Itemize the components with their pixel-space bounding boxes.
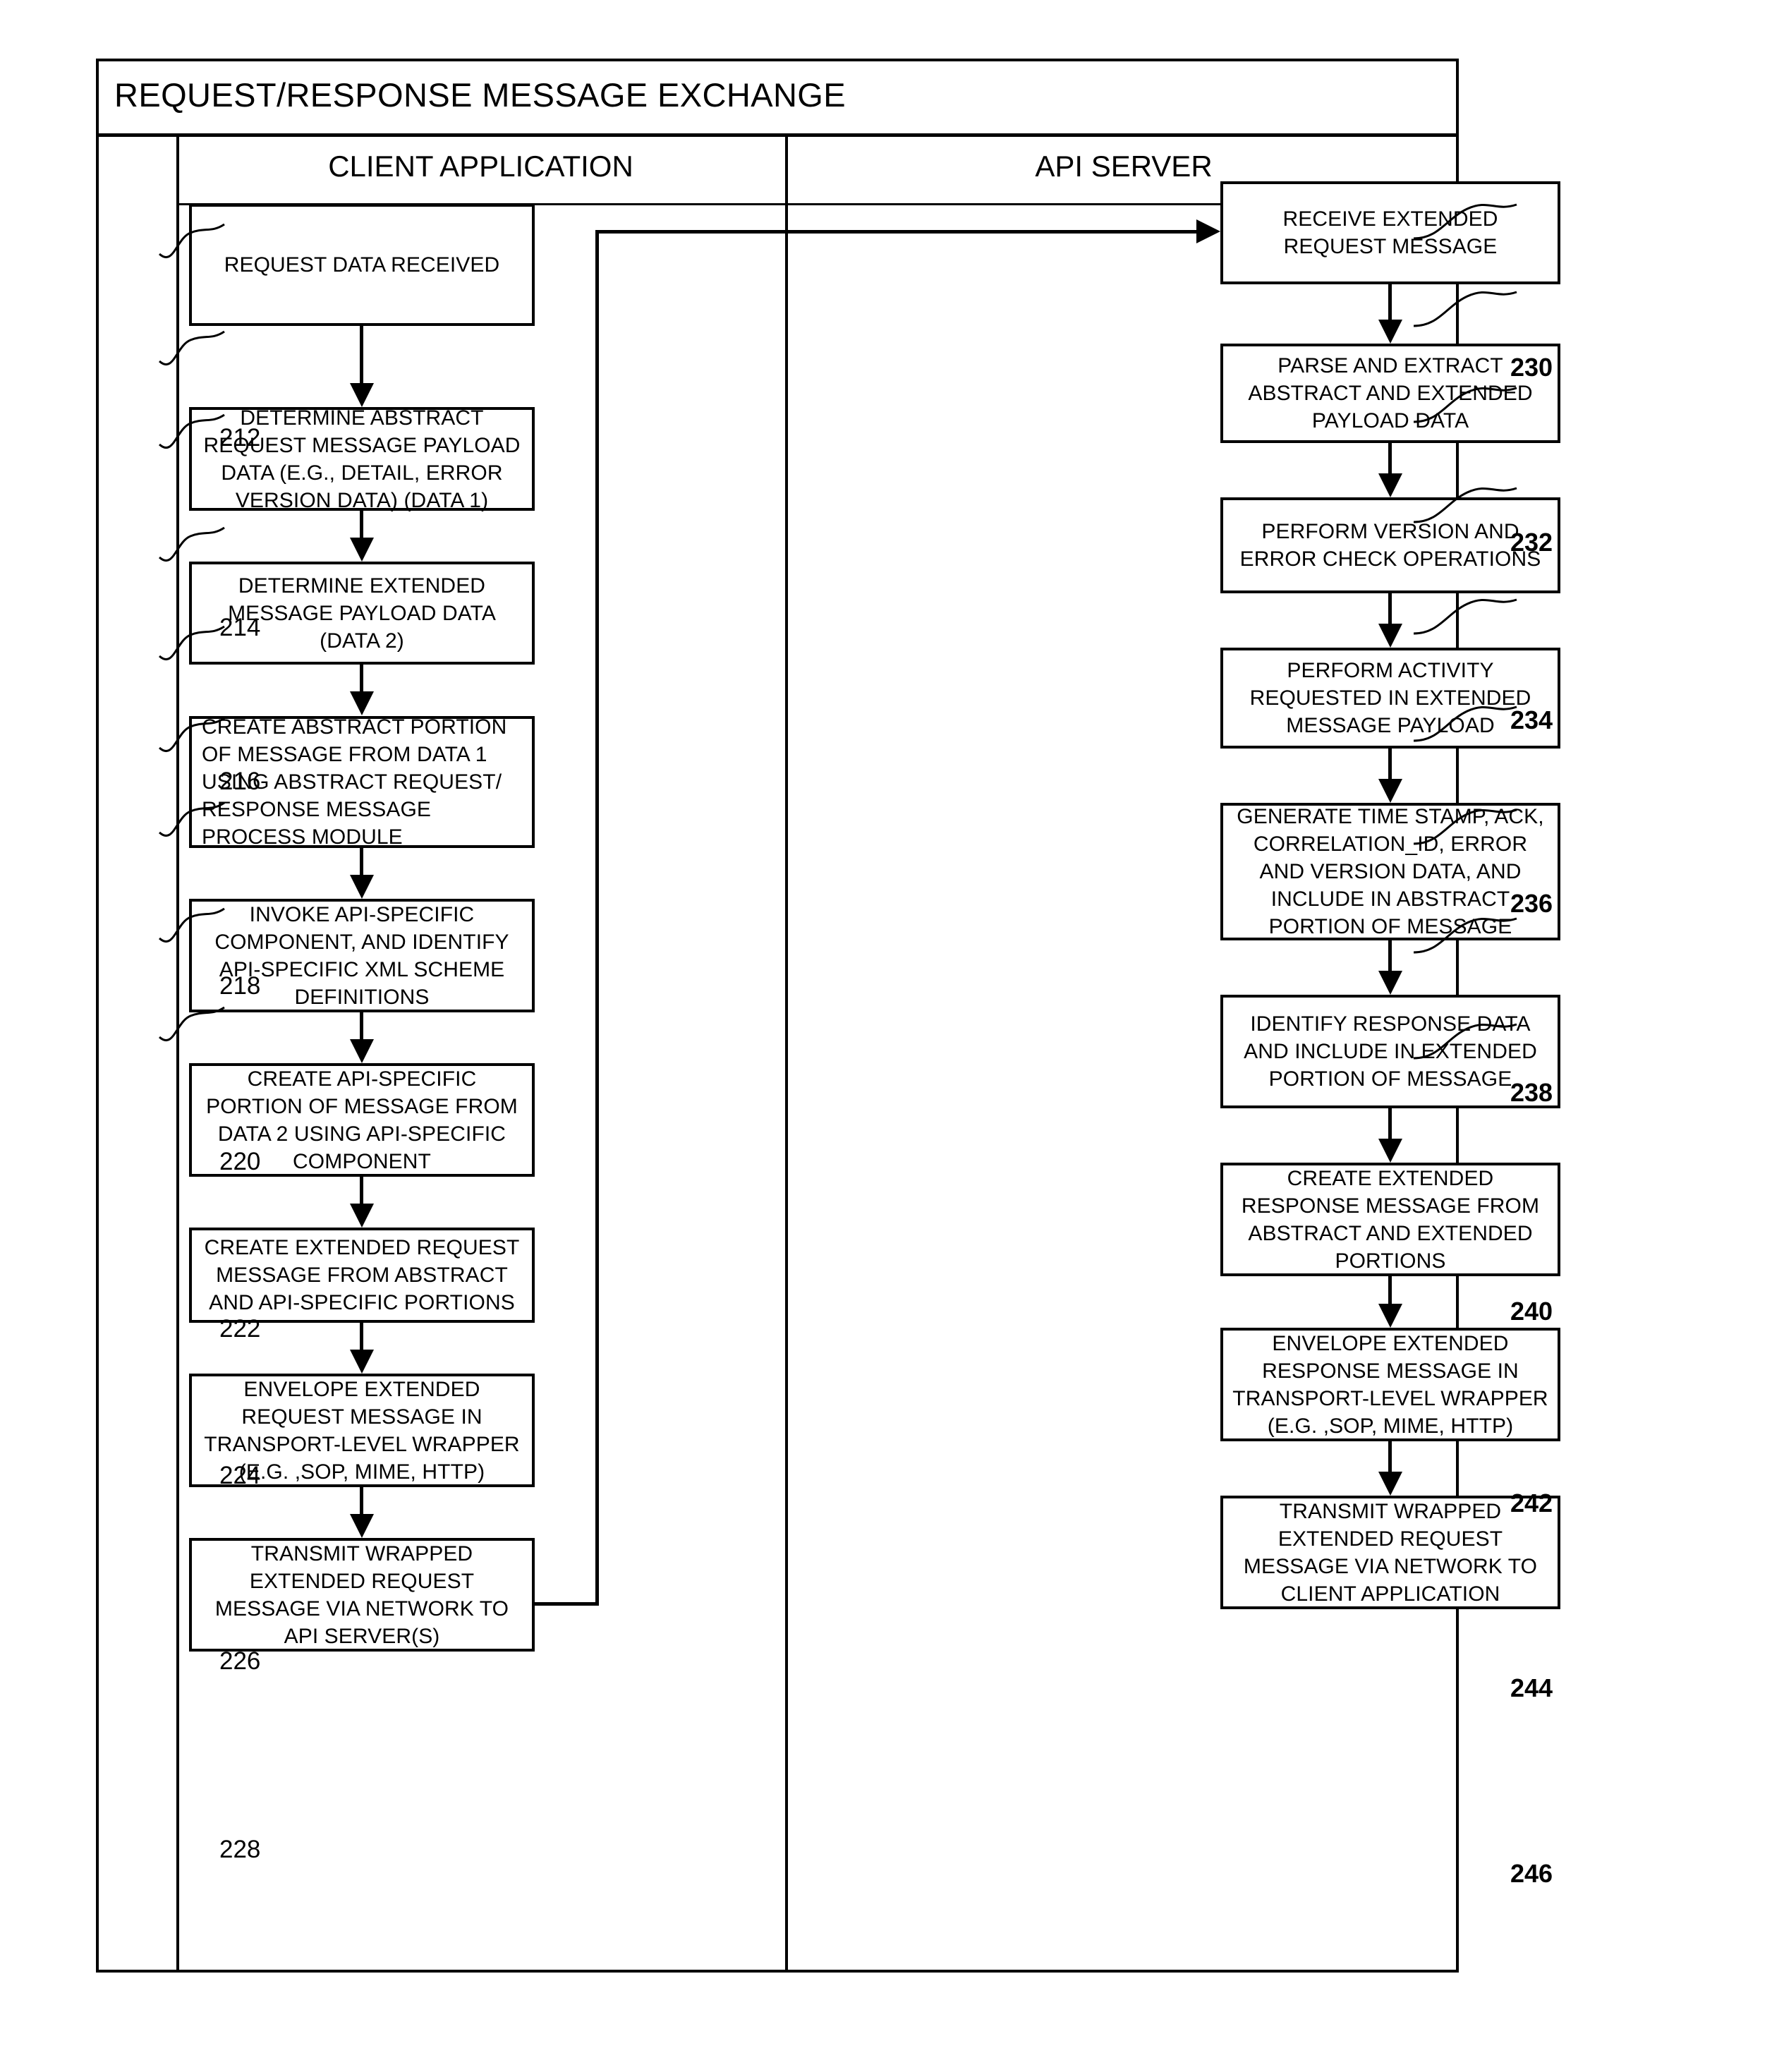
connector-228-to-230 [595, 230, 1216, 234]
process-box-242[interactable]: CREATE EXTENDED RESPONSE MESSAGE FROM AB… [1220, 1163, 1560, 1276]
process-box-232-label: PARSE AND EXTRACT ABSTRACT AND EXTENDED … [1248, 354, 1533, 432]
process-box-212-label: REQUEST DATA RECEIVED [224, 253, 500, 277]
lane-left-rule [176, 137, 179, 1973]
process-box-240-label: IDENTIFY RESPONSE DATA AND INCLUDE IN EX… [1244, 1012, 1537, 1091]
ref-numeral-220: 220 [219, 1148, 261, 1175]
ref-numeral-218: 218 [219, 972, 261, 1000]
ref-numeral-238: 238 [1510, 1078, 1553, 1107]
ref-numeral-246: 246 [1510, 1859, 1553, 1888]
arrowhead-214-to-216 [350, 538, 374, 562]
ref-numeral-234: 234 [1510, 705, 1553, 734]
process-box-236[interactable]: PERFORM ACTIVITY REQUESTED IN EXTENDED M… [1220, 648, 1560, 749]
arrow-212-to-214 [360, 326, 363, 389]
arrowhead-218-to-220 [350, 875, 374, 899]
arrowhead-228-to-230 [1196, 219, 1220, 243]
process-box-234[interactable]: PERFORM VERSION AND ERROR CHECK OPERATIO… [1220, 497, 1560, 593]
process-box-246-label: TRANSMIT WRAPPED EXTENDED REQUEST MESSAG… [1243, 1499, 1538, 1606]
process-box-214[interactable]: DETERMINE ABSTRACT REQUEST MESSAGE PAYLO… [189, 406, 535, 512]
process-box-236-label: PERFORM ACTIVITY REQUESTED IN EXTENDED M… [1249, 659, 1531, 737]
lane-title-client: CLIENT APPLICATION [328, 150, 633, 183]
arrowhead-236-to-238 [1378, 779, 1402, 803]
ref-numeral-212: 212 [219, 424, 261, 452]
process-box-238-label: GENERATE TIME STAMP, ACK, CORRELATION_ID… [1237, 805, 1544, 938]
lane-title-server: API SERVER [1035, 150, 1213, 183]
page-title: REQUEST/RESPONSE MESSAGE EXCHANGE [114, 76, 846, 114]
ref-numeral-230: 230 [1510, 353, 1553, 382]
ref-numeral-224: 224 [219, 1462, 261, 1489]
process-box-224-label: CREATE EXTENDED REQUEST MESSAGE FROM ABS… [204, 1236, 520, 1314]
arrowhead-244-to-246 [1378, 1472, 1402, 1496]
patent-figure-frame: REQUEST/RESPONSE MESSAGE EXCHANGE CLIENT… [96, 59, 1560, 1973]
connector-228-riser [595, 230, 599, 1604]
arrowhead-234-to-236 [1378, 624, 1402, 648]
process-box-242-label: CREATE EXTENDED RESPONSE MESSAGE FROM AB… [1241, 1166, 1540, 1273]
arrowhead-242-to-244 [1378, 1304, 1402, 1328]
process-box-244-label: ENVELOPE EXTENDED RESPONSE MESSAGE IN TR… [1232, 1331, 1548, 1438]
process-box-234-label: PERFORM VERSION AND ERROR CHECK OPERATIO… [1239, 520, 1541, 571]
process-box-216[interactable]: DETERMINE EXTENDED MESSAGE PAYLOAD DATA … [189, 562, 535, 665]
ref-numeral-236: 236 [1510, 889, 1553, 918]
process-box-246[interactable]: TRANSMIT WRAPPED EXTENDED REQUEST MESSAG… [1220, 1496, 1560, 1609]
process-box-238[interactable]: GENERATE TIME STAMP, ACK, CORRELATION_ID… [1220, 803, 1560, 940]
arrowhead-216-to-218 [350, 691, 374, 715]
ref-numeral-226: 226 [219, 1647, 261, 1675]
ref-numeral-244: 244 [1510, 1673, 1553, 1702]
process-box-232[interactable]: PARSE AND EXTRACT ABSTRACT AND EXTENDED … [1220, 344, 1560, 443]
arrowhead-230-to-232 [1378, 320, 1402, 344]
arrowhead-226-to-228 [350, 1514, 374, 1538]
process-box-230-label: RECEIVE EXTENDED REQUEST MESSAGE [1282, 207, 1498, 258]
process-box-214-label: DETERMINE ABSTRACT REQUEST MESSAGE PAYLO… [203, 406, 521, 512]
process-box-240[interactable]: IDENTIFY RESPONSE DATA AND INCLUDE IN EX… [1220, 995, 1560, 1108]
connector-228-stub [532, 1602, 599, 1606]
arrowhead-224-to-226 [350, 1350, 374, 1374]
process-box-230[interactable]: RECEIVE EXTENDED REQUEST MESSAGE [1220, 181, 1560, 284]
process-box-244[interactable]: ENVELOPE EXTENDED RESPONSE MESSAGE IN TR… [1220, 1328, 1560, 1441]
ref-numeral-232: 232 [1510, 528, 1553, 557]
arrowhead-240-to-242 [1378, 1139, 1402, 1163]
ref-numeral-240: 240 [1510, 1297, 1553, 1326]
arrowhead-232-to-234 [1378, 473, 1402, 497]
lane-divider [785, 137, 788, 1973]
arrowhead-222-to-224 [350, 1204, 374, 1228]
ref-numeral-222: 222 [219, 1315, 261, 1343]
process-box-224[interactable]: CREATE EXTENDED REQUEST MESSAGE FROM ABS… [189, 1228, 535, 1323]
process-box-228-label: TRANSMIT WRAPPED EXTENDED REQUEST MESSAG… [214, 1541, 509, 1648]
figure-title-band: REQUEST/RESPONSE MESSAGE EXCHANGE [99, 61, 1456, 137]
arrowhead-220-to-222 [350, 1039, 374, 1063]
ref-numeral-216: 216 [219, 768, 261, 795]
ref-numeral-242: 242 [1510, 1489, 1553, 1517]
process-box-228[interactable]: TRANSMIT WRAPPED EXTENDED REQUEST MESSAG… [189, 1538, 535, 1652]
process-box-212[interactable]: REQUEST DATA RECEIVED [189, 204, 535, 326]
arrowhead-238-to-240 [1378, 971, 1402, 995]
ref-numeral-228: 228 [219, 1836, 261, 1863]
ref-numeral-214: 214 [219, 614, 261, 641]
